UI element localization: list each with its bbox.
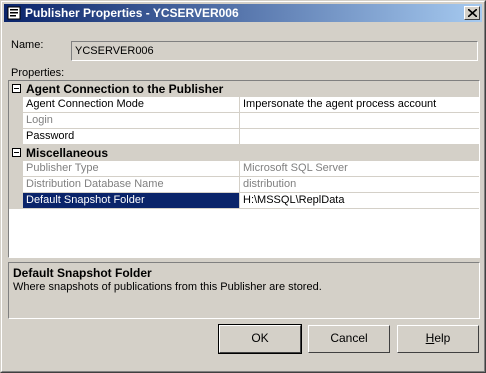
- property-grid[interactable]: Agent Connection to the Publisher Agent …: [8, 80, 480, 258]
- property-name: Password: [23, 129, 240, 145]
- name-field[interactable]: YCSERVER006: [71, 41, 478, 61]
- category-miscellaneous[interactable]: Miscellaneous: [9, 145, 479, 161]
- publisher-properties-dialog: Publisher Properties - YCSERVER006 Name:…: [0, 0, 486, 373]
- property-value[interactable]: Impersonate the agent process account: [240, 97, 479, 113]
- property-value[interactable]: Microsoft SQL Server: [240, 161, 479, 177]
- property-value[interactable]: [240, 113, 479, 129]
- title-bar[interactable]: Publisher Properties - YCSERVER006: [4, 4, 482, 22]
- property-name: Login: [23, 113, 240, 129]
- name-label: Name:: [11, 39, 44, 51]
- property-row-distribution-database-name[interactable]: Distribution Database Name distribution: [9, 177, 479, 193]
- property-row-password[interactable]: Password: [9, 129, 479, 145]
- category-title: Miscellaneous: [26, 146, 109, 160]
- property-name: Agent Connection Mode: [23, 97, 240, 113]
- help-button[interactable]: Help: [397, 325, 479, 353]
- property-name: Distribution Database Name: [23, 177, 240, 193]
- category-agent-connection[interactable]: Agent Connection to the Publisher: [9, 81, 479, 97]
- window-title: Publisher Properties - YCSERVER006: [25, 6, 239, 20]
- property-name: Default Snapshot Folder: [23, 193, 240, 209]
- property-row-default-snapshot-folder[interactable]: Default Snapshot Folder H:\MSSQL\ReplDat…: [9, 193, 479, 209]
- property-row-login[interactable]: Login: [9, 113, 479, 129]
- property-value[interactable]: distribution: [240, 177, 479, 193]
- description-panel: Default Snapshot Folder Where snapshots …: [8, 262, 480, 319]
- properties-label: Properties:: [11, 67, 65, 79]
- collapse-icon[interactable]: [12, 148, 21, 157]
- property-name: Publisher Type: [23, 161, 240, 177]
- description-text: Where snapshots of publications from thi…: [13, 281, 322, 293]
- description-title: Default Snapshot Folder: [13, 266, 152, 280]
- property-row-publisher-type[interactable]: Publisher Type Microsoft SQL Server: [9, 161, 479, 177]
- property-value-input[interactable]: H:\MSSQL\ReplData: [240, 193, 479, 209]
- ok-button[interactable]: OK: [218, 324, 302, 354]
- close-button[interactable]: [464, 6, 480, 20]
- properties-icon: [7, 6, 21, 20]
- property-row-agent-connection-mode[interactable]: Agent Connection Mode Impersonate the ag…: [9, 97, 479, 113]
- name-value: YCSERVER006: [75, 45, 154, 57]
- collapse-icon[interactable]: [12, 84, 21, 93]
- close-icon: [468, 9, 477, 17]
- cancel-button[interactable]: Cancel: [308, 325, 390, 353]
- category-title: Agent Connection to the Publisher: [26, 82, 224, 96]
- property-value[interactable]: [240, 129, 479, 145]
